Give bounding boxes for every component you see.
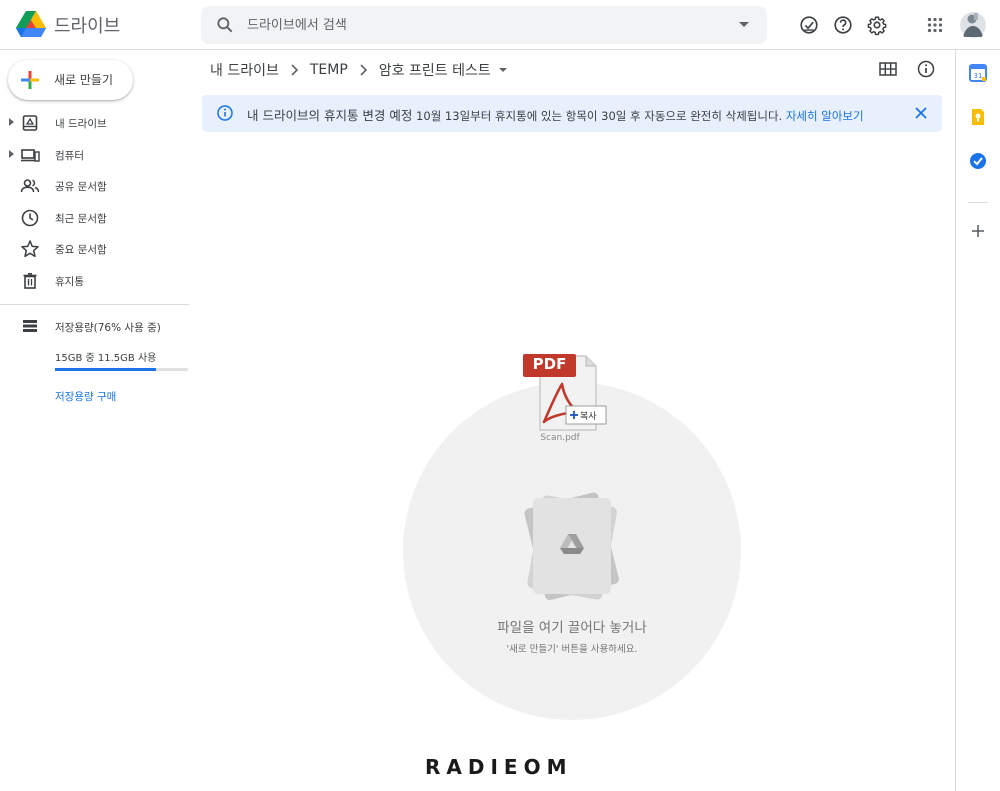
sidebar-item-label: 휴지통	[55, 276, 84, 288]
sidebar-item-recent[interactable]: 최근 문서함	[0, 204, 190, 232]
tasks-icon[interactable]	[969, 152, 987, 170]
sidebar-item-shared[interactable]: 공유 문서함	[0, 172, 190, 200]
chevron-right-icon	[291, 64, 298, 76]
add-addon-plus-icon[interactable]	[969, 222, 987, 240]
copy-tooltip-label: 복사	[580, 412, 597, 422]
search-options-chevron-icon[interactable]	[739, 22, 749, 27]
plus-icon	[21, 71, 39, 89]
top-bar: 드라이브	[0, 0, 1000, 50]
learn-more-link[interactable]: 자세히 알아보기	[786, 109, 864, 123]
app-name[interactable]: 드라이브	[54, 12, 120, 38]
apps-grid-icon[interactable]	[924, 14, 946, 36]
sidebar-item-label: 공유 문서함	[55, 181, 107, 193]
side-panel: 31	[955, 50, 1000, 791]
search-icon[interactable]	[215, 15, 235, 35]
banner-message: 10월 13일부터 휴지통에 있는 항목이 30일 후 자동으로 완전히 삭제됩…	[412, 109, 786, 123]
watermark-text: RADIEOM	[425, 755, 573, 779]
sidebar-item-label: 중요 문서함	[55, 244, 107, 256]
buy-storage-link[interactable]: 저장용량 구매	[55, 389, 116, 404]
search-input[interactable]	[247, 14, 707, 36]
shared-people-icon	[20, 179, 40, 193]
empty-state-title: 파일을 여기 끌어다 놓거나	[497, 620, 647, 636]
breadcrumb-temp[interactable]: TEMP	[310, 62, 348, 78]
settings-gear-icon[interactable]	[866, 14, 888, 36]
drive-logo-icon[interactable]	[16, 11, 46, 38]
svg-text:31: 31	[974, 72, 983, 80]
info-icon	[217, 105, 233, 121]
storage-progress-fill	[55, 368, 157, 371]
clock-icon	[21, 209, 39, 227]
details-info-icon[interactable]	[916, 59, 936, 79]
side-panel-divider	[968, 202, 988, 203]
search-bar[interactable]	[201, 6, 767, 44]
star-icon	[21, 240, 39, 258]
banner-text: 내 드라이브의 휴지통 변경 예정 10월 13일부터 휴지통에 있는 항목이 …	[247, 105, 864, 124]
expand-arrow-icon[interactable]	[9, 150, 14, 158]
banner-title: 내 드라이브의 휴지통 변경 예정	[247, 108, 413, 123]
storage-icon	[23, 320, 37, 332]
keep-icon[interactable]	[969, 108, 987, 126]
sidebar-divider	[0, 304, 189, 305]
sidebar-item-computers[interactable]: 컴퓨터	[0, 141, 190, 169]
breadcrumb-current-folder[interactable]: 암호 프린트 테스트	[379, 60, 491, 80]
sidebar-item-label: 내 드라이브	[55, 118, 107, 130]
sidebar-item-starred[interactable]: 중요 문서함	[0, 235, 190, 263]
breadcrumb-my-drive[interactable]: 내 드라이브	[210, 60, 279, 80]
breadcrumb: 내 드라이브 TEMP 암호 프린트 테스트	[210, 59, 507, 81]
folder-menu-chevron-icon[interactable]	[498, 68, 507, 72]
close-icon[interactable]	[914, 106, 928, 120]
pdf-badge-text: PDF	[532, 355, 567, 373]
sidebar-item-trash[interactable]: 휴지통	[0, 267, 190, 295]
grid-view-icon[interactable]	[878, 60, 898, 78]
trash-change-banner: 내 드라이브의 휴지통 변경 예정 10월 13일부터 휴지통에 있는 항목이 …	[202, 95, 942, 132]
help-icon[interactable]	[832, 14, 854, 36]
my-drive-icon	[22, 115, 38, 131]
empty-folder-illustration	[524, 492, 619, 601]
calendar-icon[interactable]: 31	[969, 64, 987, 82]
empty-state-subtitle: '새로 만들기' 버튼을 사용하세요.	[506, 644, 638, 655]
computers-icon	[21, 149, 40, 162]
account-avatar[interactable]	[960, 9, 986, 41]
storage-title[interactable]: 저장용량(76% 사용 중)	[55, 320, 161, 335]
sidebar-item-label: 컴퓨터	[55, 150, 84, 162]
expand-arrow-icon[interactable]	[9, 118, 14, 126]
sidebar-item-label: 최근 문서함	[55, 213, 107, 225]
sidebar-item-my-drive[interactable]: 내 드라이브	[0, 109, 190, 137]
new-button[interactable]: 새로 만들기	[8, 60, 133, 100]
dragged-file-name: Scan.pdf	[540, 433, 580, 443]
new-button-label: 새로 만들기	[54, 73, 114, 87]
ready-for-offline-icon[interactable]	[798, 14, 820, 36]
chevron-right-icon	[360, 64, 367, 76]
storage-usage-text: 15GB 중 11.5GB 사용	[55, 353, 157, 364]
trash-icon	[23, 272, 37, 289]
storage-progress-bar	[55, 368, 188, 371]
